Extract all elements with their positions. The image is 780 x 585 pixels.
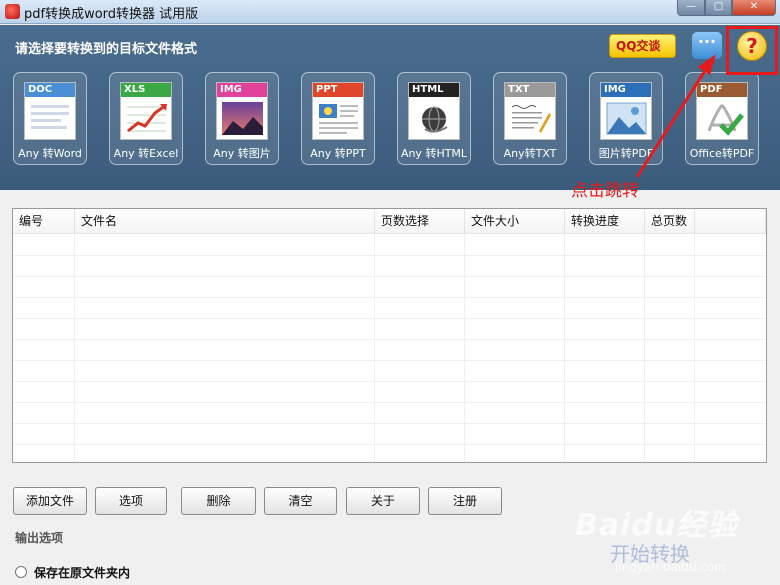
clear-button[interactable]: 清空 bbox=[264, 487, 337, 515]
row-divider bbox=[13, 318, 766, 319]
row-divider bbox=[13, 444, 766, 445]
row-divider bbox=[13, 360, 766, 361]
output-options-title: 输出选项 bbox=[15, 531, 64, 545]
row-divider bbox=[13, 423, 766, 424]
save-in-source-radio[interactable] bbox=[15, 566, 27, 578]
column-divider bbox=[74, 234, 75, 462]
register-button[interactable]: 注册 bbox=[428, 487, 502, 515]
file-list-table[interactable]: 编号 文件名 页数选择 文件大小 转换进度 总页数 bbox=[12, 208, 767, 463]
row-divider bbox=[13, 339, 766, 340]
column-header-blank bbox=[695, 209, 766, 234]
options-button[interactable]: 选项 bbox=[95, 487, 167, 515]
column-divider bbox=[374, 234, 375, 462]
save-in-source-label[interactable]: 保存在原文件夹内 bbox=[34, 564, 130, 581]
column-divider bbox=[564, 234, 565, 462]
about-button[interactable]: 关于 bbox=[346, 487, 420, 515]
row-divider bbox=[13, 297, 766, 298]
annotation-text: 点击跳转 bbox=[571, 181, 639, 201]
row-divider bbox=[13, 276, 766, 277]
column-header-page-select[interactable]: 页数选择 bbox=[375, 209, 465, 234]
column-divider bbox=[694, 234, 695, 462]
column-header-total-pages[interactable]: 总页数 bbox=[645, 209, 695, 234]
column-header-progress[interactable]: 转换进度 bbox=[565, 209, 645, 234]
delete-button[interactable]: 删除 bbox=[181, 487, 256, 515]
column-header-file-size[interactable]: 文件大小 bbox=[465, 209, 565, 234]
column-divider bbox=[644, 234, 645, 462]
column-divider bbox=[464, 234, 465, 462]
row-divider bbox=[13, 381, 766, 382]
row-divider bbox=[13, 402, 766, 403]
row-divider bbox=[13, 255, 766, 256]
add-file-button[interactable]: 添加文件 bbox=[13, 487, 87, 515]
column-header-filename[interactable]: 文件名 bbox=[75, 209, 375, 234]
baidu-watermark: Baidu经验 开始转换 jingyan.baidu.com bbox=[575, 500, 775, 580]
watermark-url: jingyan.baidu.com bbox=[615, 560, 726, 574]
column-header-id[interactable]: 编号 bbox=[13, 209, 75, 234]
